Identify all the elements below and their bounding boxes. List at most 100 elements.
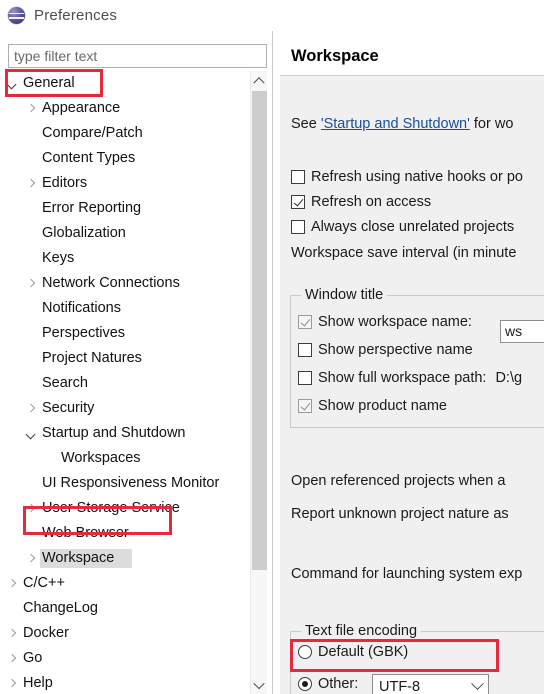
sidebar-item-globalization[interactable]: Globalization [0,221,250,246]
tree-spacer-icon [25,302,38,315]
sidebar-item-label: C/C++ [23,575,65,592]
checkbox-box[interactable] [298,399,312,413]
checkbox-box[interactable] [298,315,312,329]
sidebar-item-network-connections[interactable]: Network Connections [0,271,250,296]
encoding-combobox[interactable]: UTF-8 [372,674,489,694]
sidebar-item-docker[interactable]: Docker [0,621,250,646]
sidebar-item-label: Security [42,400,95,417]
startup-and-shutdown-link[interactable]: 'Startup and Shutdown' [321,116,470,132]
sidebar-item-search[interactable]: Search [0,371,250,396]
checkbox-label: Show perspective name [318,342,473,358]
tree-spacer-icon [25,527,38,540]
chevron-right-icon[interactable] [25,177,38,190]
chevron-down-icon[interactable] [25,427,38,440]
radio-other-encoding[interactable]: Other: [298,676,358,692]
chevron-right-icon[interactable] [6,677,19,690]
sidebar-item-changelog[interactable]: ChangeLog [0,596,250,621]
filter-input[interactable] [8,44,267,68]
workspace-name-input[interactable]: ws [500,320,544,343]
sidebar-item-label: Error Reporting [42,200,142,217]
checkbox-always-close-unrelated[interactable]: Always close unrelated projects [291,219,514,235]
checkbox-show-full-workspace-path[interactable]: Show full workspace path: D:\g [298,370,522,386]
chevron-right-icon[interactable] [25,102,38,115]
tree-spacer-icon [25,327,38,340]
chevron-right-icon[interactable] [25,502,38,515]
checkbox-box[interactable] [298,371,312,385]
window-title: Preferences [34,7,118,24]
checkbox-label: Show workspace name: [318,314,472,330]
sidebar-item-security[interactable]: Security [0,396,250,421]
chevron-down-icon[interactable] [471,677,484,691]
checkbox-show-perspective-name[interactable]: Show perspective name [298,342,473,358]
checkbox-box[interactable] [298,343,312,357]
sidebar-item-keys[interactable]: Keys [0,246,250,271]
chevron-right-icon[interactable] [25,552,38,565]
chevron-right-icon[interactable] [25,277,38,290]
sidebar-item-label: Notifications [42,300,121,317]
radio-default-encoding[interactable]: Default (GBK) [298,644,408,660]
checkbox-box[interactable] [291,220,305,234]
sidebar-item-project-natures[interactable]: Project Natures [0,346,250,371]
checkbox-show-workspace-name[interactable]: Show workspace name: [298,314,472,330]
sidebar-item-label: Project Natures [42,350,142,367]
sidebar-item-label: UI Responsiveness Monitor [42,475,220,492]
sidebar-item-label: Compare/Patch [42,125,143,142]
scrollbar-thumb[interactable] [252,91,267,570]
checkbox-label: Show full workspace path: [318,370,487,386]
tree-spacer-icon [25,152,38,165]
chevron-right-icon[interactable] [6,577,19,590]
sidebar-item-ui-responsiveness-monitor[interactable]: UI Responsiveness Monitor [0,471,250,496]
sidebar-item-appearance[interactable]: Appearance [0,96,250,121]
radio-label: Default (GBK) [318,644,409,660]
sidebar-item-startup-and-shutdown[interactable]: Startup and Shutdown [0,421,250,446]
preferences-sidebar: General Appearance Compare/Patch Content Ty… [0,31,273,694]
window-titlebar: Preferences [0,0,544,31]
sidebar-item-c-c[interactable]: C/C++ [0,571,250,596]
workspace-preference-page: Workspace See 'Startup and Shutdown' for… [280,31,544,694]
chevron-right-icon[interactable] [6,627,19,640]
sidebar-item-general[interactable]: General [0,71,250,96]
tree-spacer-icon [25,377,38,390]
checkbox-label: Refresh on access [311,194,432,210]
sidebar-item-user-storage-service[interactable]: User Storage Service [0,496,250,521]
preferences-tree[interactable]: General Appearance Compare/Patch Content Ty… [0,71,250,694]
launch-system-explorer-label: Command for launching system exp [291,566,523,582]
sidebar-item-error-reporting[interactable]: Error Reporting [0,196,250,221]
checkbox-label: Show product name [318,398,447,414]
checkbox-show-product-name[interactable]: Show product name [298,398,447,414]
tree-spacer-icon [25,202,38,215]
checkbox-refresh-native-hooks[interactable]: Refresh using native hooks or po [291,169,523,185]
sidebar-item-editors[interactable]: Editors [0,171,250,196]
sidebar-item-label: Globalization [42,225,126,242]
checkbox-refresh-on-access[interactable]: Refresh on access [291,194,431,210]
scroll-down-icon[interactable] [251,676,267,694]
chevron-down-icon[interactable] [6,77,19,90]
sidebar-scrollbar[interactable] [250,71,267,694]
checkbox-box[interactable] [291,170,305,184]
radio-button[interactable] [298,677,312,691]
checkbox-box[interactable] [291,195,305,209]
sidebar-item-workspaces[interactable]: Workspaces [0,446,250,471]
open-referenced-projects-label: Open referenced projects when a [291,473,506,489]
chevron-right-icon[interactable] [25,402,38,415]
sidebar-item-perspectives[interactable]: Perspectives [0,321,250,346]
checkbox-label: Refresh using native hooks or po [311,169,523,185]
sidebar-item-content-types[interactable]: Content Types [0,146,250,171]
tree-spacer-icon [25,477,38,490]
sidebar-item-go[interactable]: Go [0,646,250,671]
radio-button[interactable] [298,645,312,659]
sidebar-item-notifications[interactable]: Notifications [0,296,250,321]
chevron-right-icon[interactable] [6,652,19,665]
sidebar-item-label: Web Browser [42,525,129,542]
tree-spacer-icon [25,127,38,140]
sidebar-item-compare-patch[interactable]: Compare/Patch [0,121,250,146]
sidebar-item-label: General [23,75,75,92]
see-suffix: for wo [469,116,514,132]
sidebar-item-label: Docker [23,625,69,642]
sidebar-item-workspace[interactable]: Workspace [0,546,250,571]
sidebar-item-help[interactable]: Help [0,671,250,694]
see-prefix: See [291,116,321,132]
sidebar-item-label: ChangeLog [23,600,98,617]
scroll-up-icon[interactable] [251,71,267,89]
sidebar-item-web-browser[interactable]: Web Browser [0,521,250,546]
